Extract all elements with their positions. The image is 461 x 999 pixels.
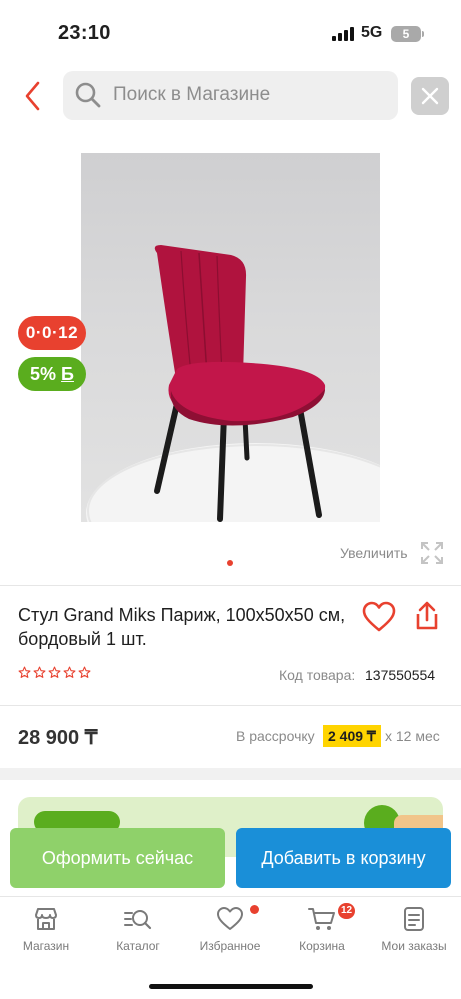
star-icon: [78, 666, 91, 678]
share-icon[interactable]: [412, 600, 442, 632]
shop-icon: [35, 908, 57, 930]
signal-icon: [332, 27, 354, 41]
battery-icon: 5: [391, 26, 421, 42]
favorites-notification-dot: [250, 905, 259, 914]
product-page: 23:10 5G 5 Поиск в Магазине 0·0·12 5% Б …: [0, 0, 461, 999]
price-value: 28 900 ₸: [18, 727, 98, 749]
tab-label: Каталог: [116, 939, 160, 953]
close-icon: [421, 87, 439, 105]
heart-icon: [217, 907, 243, 930]
favorite-heart-icon[interactable]: [362, 601, 396, 633]
bonus-badge: 5% Б: [18, 357, 86, 391]
installment-label: В рассрочку: [236, 728, 315, 744]
tab-label: Избранное: [199, 939, 261, 953]
bonus-percent: 5%: [30, 364, 57, 384]
status-time: 23:10: [58, 22, 111, 44]
product-code-value: 137550554: [365, 667, 436, 683]
timer-badge: 0·0·12: [18, 316, 86, 350]
catalog-search-icon: [124, 910, 152, 930]
zoom-label[interactable]: Увеличить: [340, 545, 408, 561]
product-code-label: Код товара:: [279, 667, 356, 683]
back-button[interactable]: [20, 78, 50, 114]
expand-icon[interactable]: [420, 541, 444, 565]
battery-tip: [422, 31, 424, 37]
divider: [0, 585, 461, 586]
installment-amount: 2 409 ₸: [323, 725, 381, 747]
tab-label: Мои заказы: [381, 939, 447, 953]
tab-catalog[interactable]: Каталог: [92, 905, 184, 953]
divider: [0, 705, 461, 706]
search-icon: [75, 82, 101, 108]
bonus-currency: Б: [61, 364, 74, 384]
tab-label: Магазин: [22, 939, 70, 953]
search-placeholder: Поиск в Магазине: [113, 84, 271, 105]
add-to-cart-button[interactable]: Добавить в корзину: [236, 828, 451, 888]
section-gap: [0, 768, 461, 780]
rating-stars: [18, 666, 91, 679]
product-title: Стул Grand Miks Париж, 100х50х50 см, бор…: [18, 605, 346, 649]
star-icon: [63, 666, 76, 678]
tab-label: Корзина: [299, 939, 345, 953]
installment-term: х 12 мес: [385, 728, 440, 744]
network-type: 5G: [361, 24, 383, 41]
buy-now-button[interactable]: Оформить сейчас: [10, 828, 225, 888]
close-search-button[interactable]: [411, 77, 449, 115]
star-icon: [18, 666, 31, 678]
orders-icon: [404, 907, 424, 931]
cart-count-badge: 12: [338, 903, 355, 919]
gallery-dot-active: [227, 560, 233, 566]
star-icon: [48, 666, 61, 678]
cart-icon: [308, 908, 335, 930]
tab-orders[interactable]: Мои заказы: [368, 905, 460, 953]
tab-shop[interactable]: Магазин: [0, 905, 92, 953]
star-icon: [33, 666, 46, 678]
chevron-left-icon: [25, 81, 40, 111]
tab-favorites[interactable]: Избранное: [184, 905, 276, 953]
product-photo[interactable]: [81, 153, 380, 522]
chair-image: [86, 245, 380, 522]
home-indicator[interactable]: [149, 984, 313, 989]
